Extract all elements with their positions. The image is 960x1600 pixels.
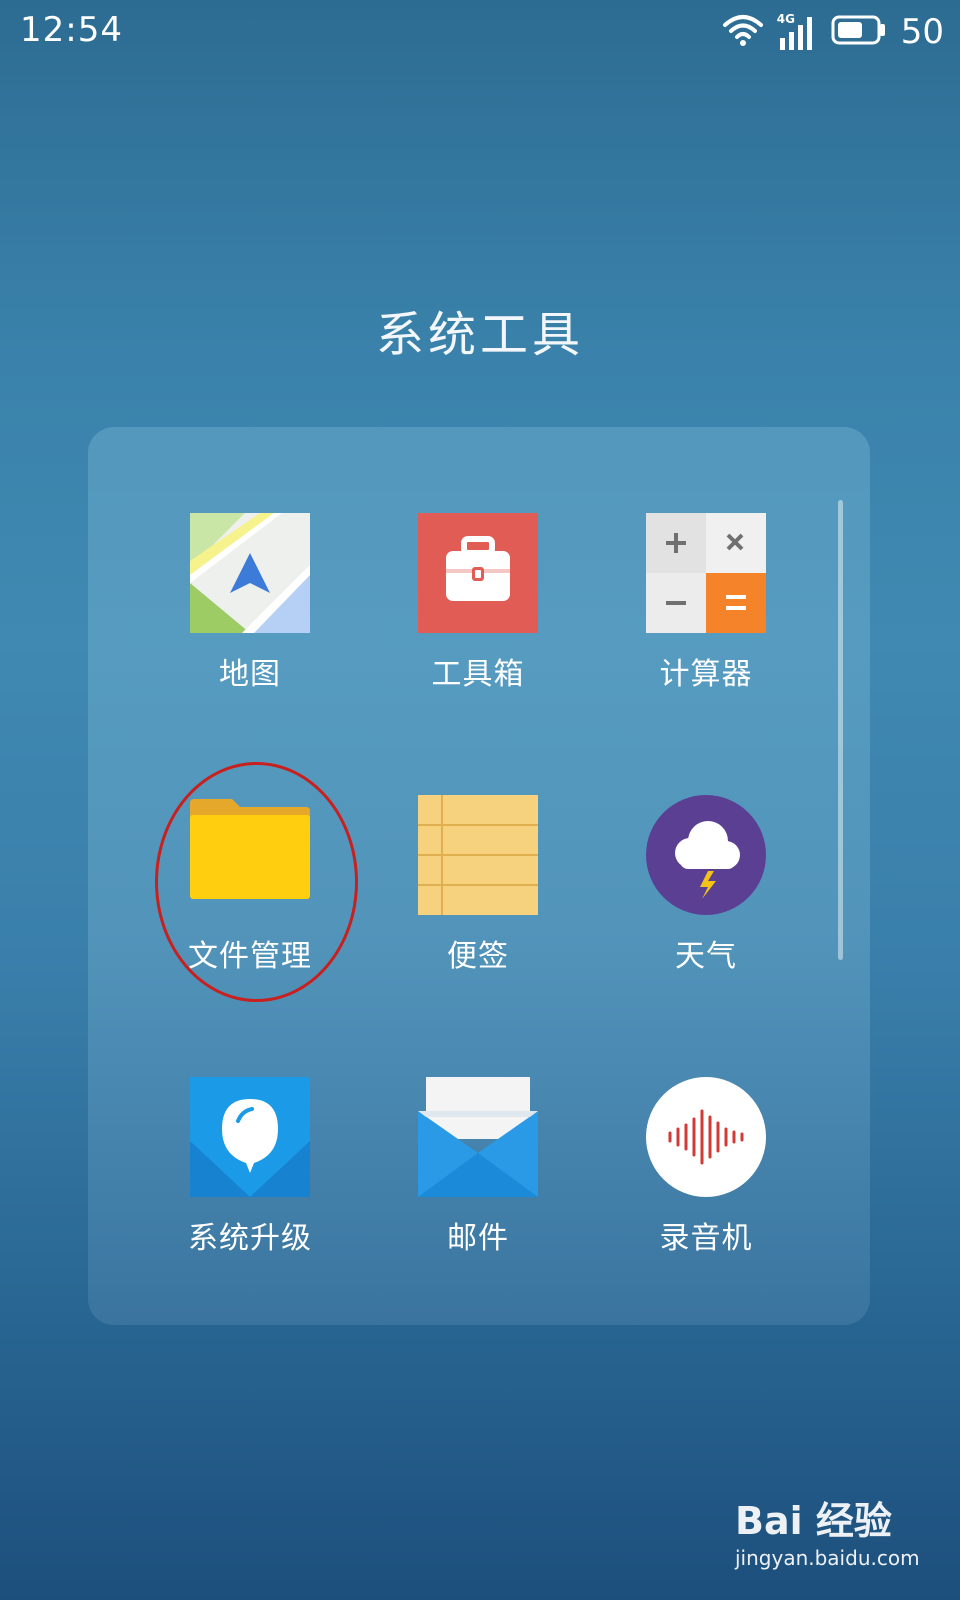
- app-map[interactable]: 地图: [140, 513, 360, 713]
- folder-title[interactable]: 系统工具: [0, 295, 960, 365]
- annotation-circle: [155, 762, 358, 1002]
- status-icons: 4G 50: [722, 10, 944, 54]
- app-mail[interactable]: 邮件: [368, 1077, 588, 1277]
- app-label: 天气: [675, 939, 737, 974]
- app-toolbox[interactable]: 工具箱: [368, 513, 588, 713]
- status-bar: 12:54 4G 50: [0, 0, 960, 64]
- weather-icon: [646, 795, 766, 915]
- watermark-url: jingyan.baidu.com: [735, 1546, 920, 1570]
- calculator-icon: [646, 513, 766, 633]
- app-label: 便签: [447, 939, 509, 974]
- battery-level: 50: [900, 12, 944, 52]
- app-label: 系统升级: [188, 1221, 312, 1256]
- app-weather[interactable]: 天气: [596, 795, 816, 995]
- wifi-icon: [722, 13, 763, 51]
- map-icon: [190, 513, 310, 633]
- app-system-update[interactable]: 系统升级: [140, 1077, 360, 1277]
- system-update-icon: [190, 1077, 310, 1197]
- baidu-jingyan-watermark: Bai 经验 jingyan.baidu.com: [735, 1490, 935, 1580]
- watermark-brand: Bai 经验: [735, 1499, 892, 1543]
- folder-scrollbar[interactable]: [838, 500, 843, 960]
- status-time: 12:54: [20, 10, 123, 50]
- recorder-icon: [646, 1077, 766, 1197]
- app-notes[interactable]: 便签: [368, 795, 588, 995]
- cellular-signal-icon: 4G: [777, 12, 817, 52]
- app-label: 计算器: [659, 657, 753, 692]
- toolbox-icon: [418, 513, 538, 633]
- app-recorder[interactable]: 录音机: [596, 1077, 816, 1277]
- app-calculator[interactable]: 计算器: [596, 513, 816, 713]
- battery-icon: [831, 15, 887, 49]
- app-label: 录音机: [659, 1221, 753, 1256]
- app-label: 工具箱: [431, 657, 525, 692]
- notepad-icon: [418, 795, 538, 915]
- mail-icon: [418, 1077, 538, 1197]
- app-label: 邮件: [447, 1221, 509, 1256]
- app-label: 地图: [219, 657, 281, 692]
